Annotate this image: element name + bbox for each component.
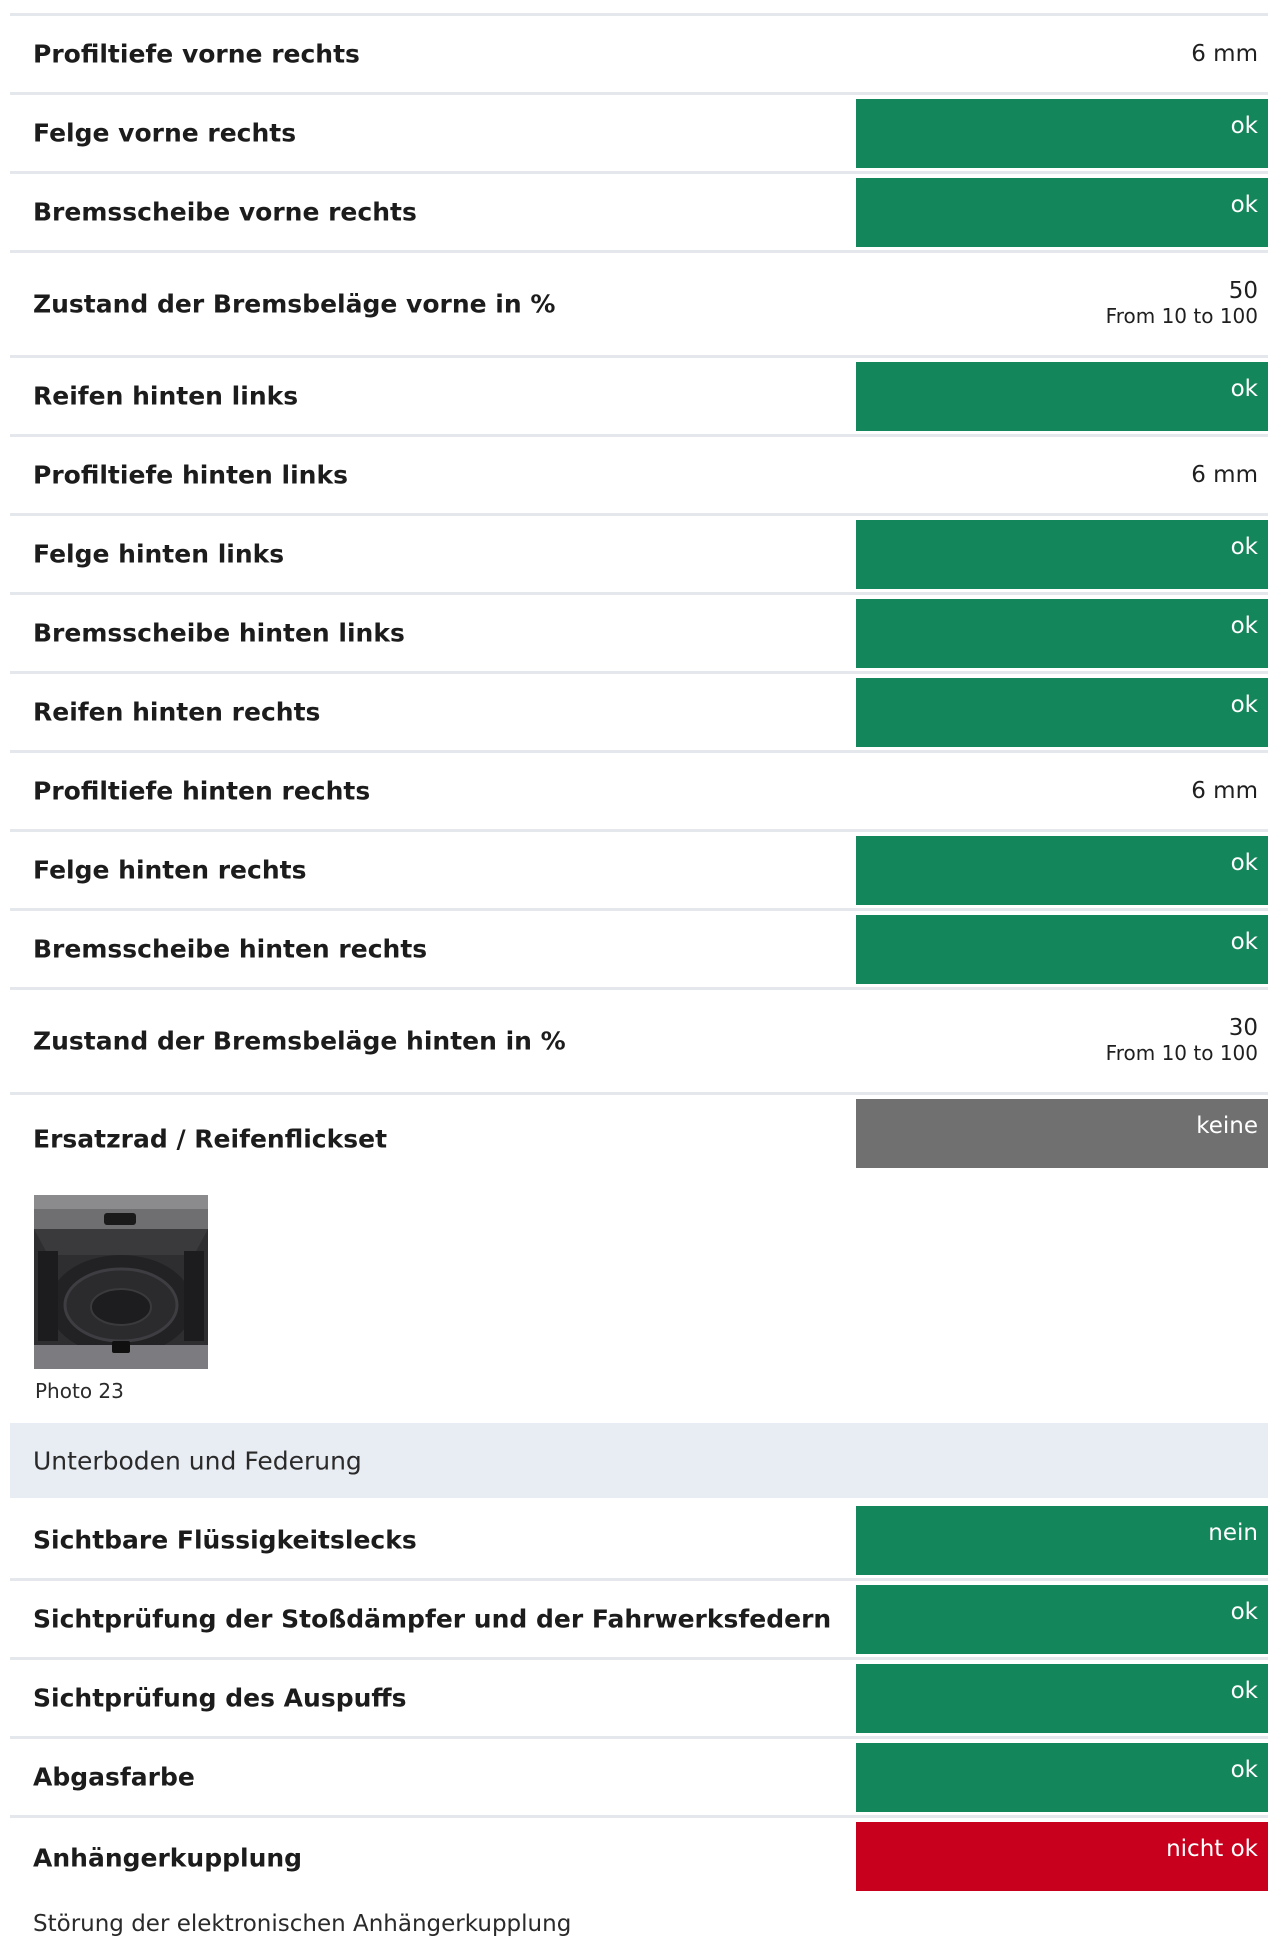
row-label: Profiltiefe vorne rechts [33, 39, 360, 69]
row-bremsscheibe-hinten-rechts: Bremsscheibe hinten rechts ok [10, 911, 1268, 990]
status-badge: ok [856, 599, 1268, 668]
range-value: 30 From 10 to 100 [1106, 1016, 1258, 1066]
row-profiltiefe-vorne-rechts: Profiltiefe vorne rechts 6 mm [10, 16, 1268, 95]
photo-block: Photo 23 [10, 1183, 1268, 1423]
row-profiltiefe-hinten-rechts: Profiltiefe hinten rechts 6 mm [10, 753, 1268, 832]
status-badge: ok [856, 520, 1268, 589]
range-value: 50 From 10 to 100 [1106, 279, 1258, 329]
status-badge: keine [856, 1099, 1268, 1168]
range-limits: From 10 to 100 [1105, 304, 1258, 328]
range-limits: From 10 to 100 [1105, 1041, 1258, 1065]
row-felge-hinten-links: Felge hinten links ok [10, 516, 1268, 595]
row-bremsbelaege-hinten: Zustand der Bremsbeläge hinten in % 30 F… [10, 990, 1268, 1095]
row-label: Anhängerkupplung [33, 1843, 303, 1872]
status-badge: ok [856, 1585, 1268, 1654]
status-badge: ok [856, 678, 1268, 747]
row-label: Sichtprüfung der Stoßdämpfer und der Fah… [33, 1604, 832, 1634]
range-current-value: 30 [1228, 1015, 1258, 1041]
row-label: Felge hinten links [33, 539, 285, 569]
row-label: Profiltiefe hinten links [33, 460, 348, 490]
row-abgasfarbe: Abgasfarbe ok [10, 1739, 1268, 1818]
row-label: Zustand der Bremsbeläge vorne in % [33, 289, 556, 319]
row-ersatzrad: Ersatzrad / Reifenflickset keine [10, 1095, 1268, 1183]
trunk-photo-image [34, 1195, 208, 1369]
status-badge: ok [856, 1664, 1268, 1733]
row-value: 6 mm [1191, 462, 1258, 488]
range-current-value: 50 [1228, 278, 1258, 304]
row-label: Felge hinten rechts [33, 855, 307, 885]
row-label: Felge vorne rechts [33, 118, 297, 148]
row-label: Profiltiefe hinten rechts [33, 776, 371, 806]
row-label: Bremsscheibe hinten rechts [33, 934, 428, 964]
status-badge: ok [856, 1743, 1268, 1812]
note-block: Störung der elektronischen Anhängerkuppl… [10, 1897, 1268, 1957]
row-value: 6 mm [1191, 778, 1258, 804]
status-badge: ok [856, 362, 1268, 431]
row-reifen-hinten-links: Reifen hinten links ok [10, 358, 1268, 437]
status-badge: ok [856, 178, 1268, 247]
row-label: Reifen hinten links [33, 381, 299, 411]
row-label: Reifen hinten rechts [33, 697, 321, 727]
row-label: Bremsscheibe vorne rechts [33, 197, 417, 227]
row-label: Ersatzrad / Reifenflickset [33, 1124, 388, 1154]
status-badge: ok [856, 915, 1268, 984]
inspection-report: Profiltiefe vorne rechts 6 mm Felge vorn… [10, 0, 1268, 1957]
status-badge: ok [856, 99, 1268, 168]
row-auspuff: Sichtprüfung des Auspuffs ok [10, 1660, 1268, 1739]
row-stossdaempfer: Sichtprüfung der Stoßdämpfer und der Fah… [10, 1581, 1268, 1660]
status-badge: nein [856, 1506, 1268, 1575]
row-bremsscheibe-hinten-links: Bremsscheibe hinten links ok [10, 595, 1268, 674]
row-profiltiefe-hinten-links: Profiltiefe hinten links 6 mm [10, 437, 1268, 516]
row-value: 6 mm [1191, 41, 1258, 67]
row-bremsscheibe-vorne-rechts: Bremsscheibe vorne rechts ok [10, 174, 1268, 253]
row-label: Bremsscheibe hinten links [33, 618, 405, 648]
defect-note: Störung der elektronischen Anhängerkuppl… [33, 1911, 572, 1937]
trunk-photo-thumbnail[interactable] [34, 1195, 208, 1369]
row-reifen-hinten-rechts: Reifen hinten rechts ok [10, 674, 1268, 753]
row-label: Sichtprüfung des Auspuffs [33, 1683, 407, 1713]
row-label: Abgasfarbe [33, 1762, 195, 1792]
row-fluessigkeitslecks: Sichtbare Flüssigkeitslecks nein [10, 1502, 1268, 1581]
top-divider [10, 0, 1268, 16]
row-felge-hinten-rechts: Felge hinten rechts ok [10, 832, 1268, 911]
row-label: Zustand der Bremsbeläge hinten in % [33, 1026, 566, 1056]
row-felge-vorne-rechts: Felge vorne rechts ok [10, 95, 1268, 174]
row-label: Sichtbare Flüssigkeitslecks [33, 1525, 417, 1555]
status-badge: ok [856, 836, 1268, 905]
section-header-unterboden: Unterboden und Federung [10, 1423, 1268, 1498]
photo-caption: Photo 23 [35, 1379, 124, 1403]
status-badge: nicht ok [856, 1822, 1268, 1891]
row-anhaengerkupplung: Anhängerkupplung nicht ok [10, 1818, 1268, 1897]
section-title: Unterboden und Federung [33, 1446, 362, 1475]
row-bremsbelaege-vorne: Zustand der Bremsbeläge vorne in % 50 Fr… [10, 253, 1268, 358]
